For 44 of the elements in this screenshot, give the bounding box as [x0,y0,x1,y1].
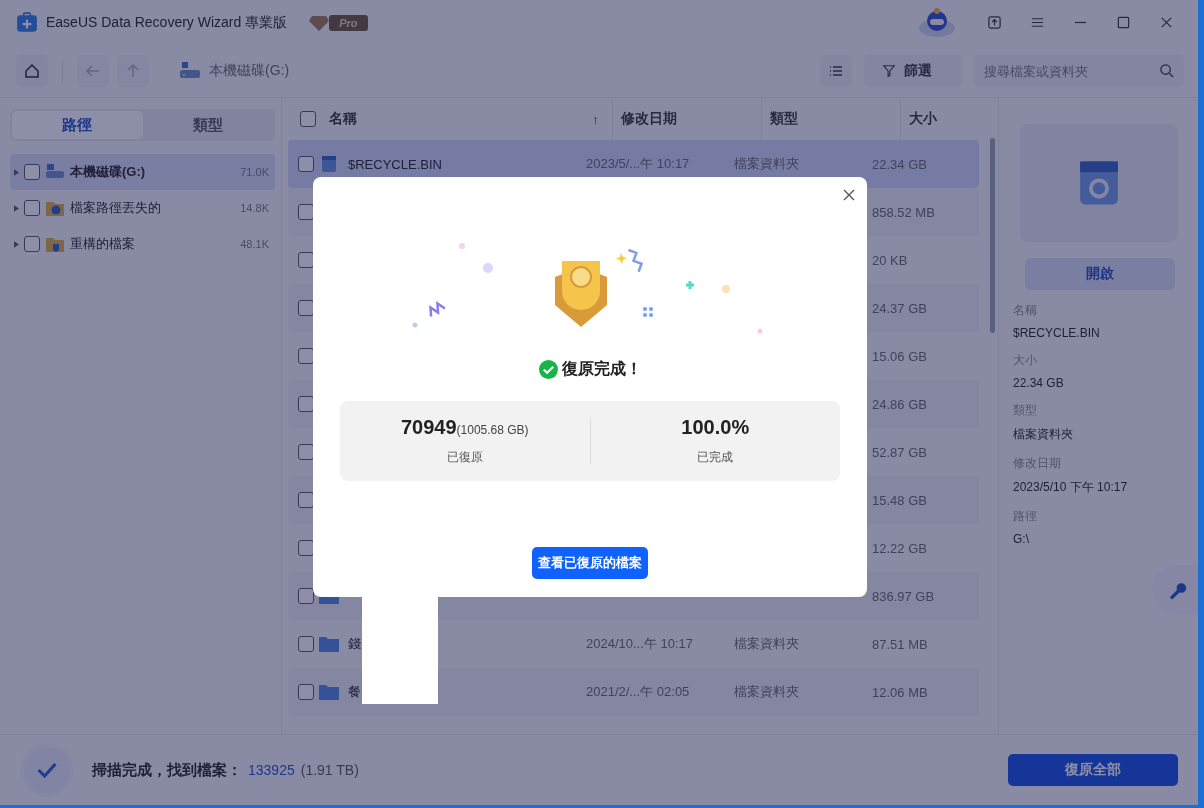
modified-date: 2024/10...午 10:17 [586,636,693,651]
dialog-title: 復原完成！ [561,359,642,379]
detail-value: G:\ [1013,532,1030,546]
file-size: 24.86 GB [872,396,927,412]
file-size: 20 KB [872,252,908,268]
pro-badge: Pro [329,14,368,31]
detail-value: 檔案資料夾 [1013,426,1074,443]
file-size: 87.51 MB [872,636,928,652]
file-size: 15.48 GB [872,492,927,508]
file-type: 檔案資料夾 [734,636,799,651]
tree-item-label: 本機磁碟(G:) [70,163,147,181]
modified-date: 2023/5/...午 10:17 [586,156,690,171]
stat-detail: (1005.68 GB) [456,423,529,437]
tree-item-label: 檔案路徑丟失的 [70,199,162,217]
window-title: EaseUS Data Recovery Wizard 專業版 [46,13,288,32]
file-name: 錢 [348,635,361,653]
file-name: 餐 [348,683,361,701]
file-size: 24.37 GB [872,300,927,316]
modified-date: 2021/2/...午 02:05 [586,684,690,699]
file-size: 52.87 GB [872,444,927,460]
file-size: 15.06 GB [872,348,927,364]
file-type: 檔案資料夾 [734,684,799,699]
file-count: 133925 [248,762,295,778]
file-size: 22.34 GB [872,156,927,172]
file-size: 12.22 GB [872,540,927,556]
file-size: 12.06 MB [872,684,928,700]
tree-item-label: 重構的檔案 [70,235,136,253]
item-count: 14.8K [240,202,269,214]
item-count: 71.0K [240,166,269,178]
detail-value: 22.34 GB [1013,376,1065,390]
location-path: 本機磁碟(G:) [209,62,290,80]
file-name: $RECYCLE.BIN [348,156,442,172]
file-size: 858.52 MB [872,204,935,220]
stat-label: 已完成 [697,449,734,466]
detail-value: 2023/5/10 下午 10:17 [1013,479,1129,496]
item-count: 48.1K [240,238,269,250]
stat-value: 70949 [400,416,457,439]
detail-value: $RECYCLE.BIN [1013,326,1101,340]
file-size: 836.97 GB [872,588,935,604]
status-message: 掃描完成，找到檔案： [92,760,242,780]
stat-label: 已復原 [446,449,483,466]
stat-value: 100.0% [681,416,750,439]
total-size: (1.91 TB) [300,762,359,778]
file-type: 檔案資料夾 [734,156,799,171]
